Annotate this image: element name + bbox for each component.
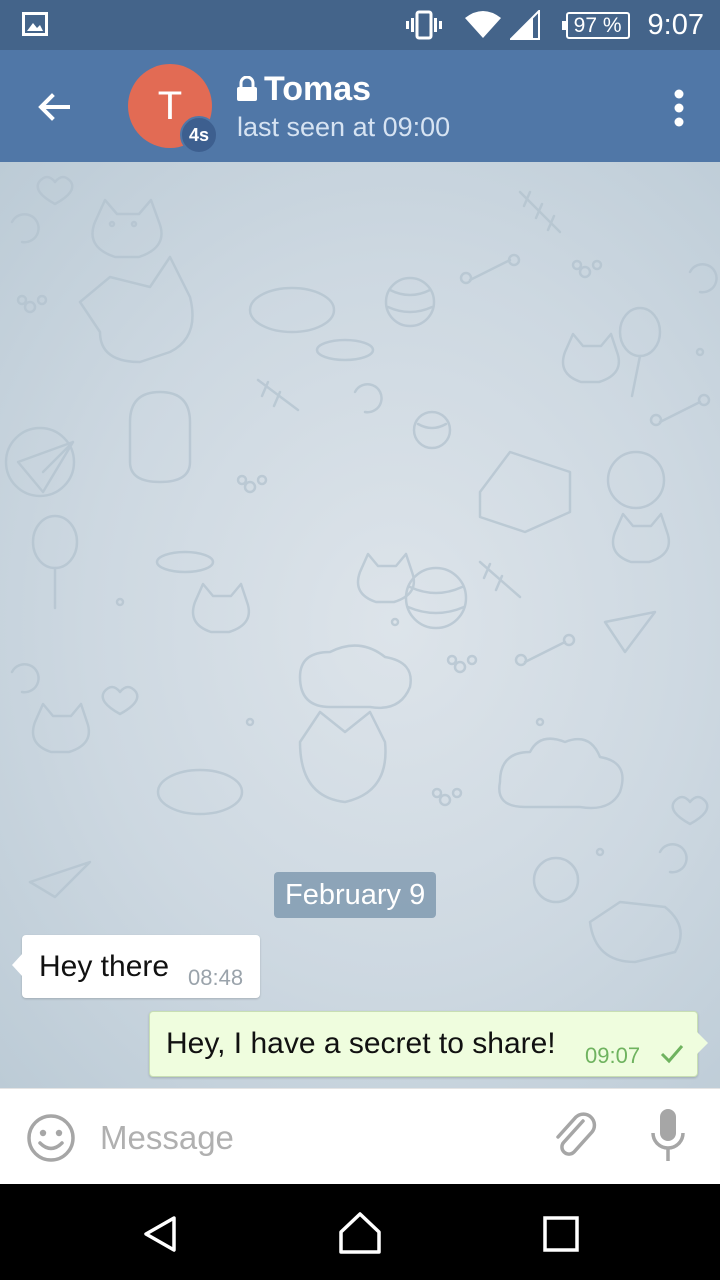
nav-home-icon[interactable] bbox=[336, 1210, 384, 1256]
more-vert-icon[interactable] bbox=[672, 88, 686, 128]
chat-messages-area[interactable]: February 9 Hey there 08:48 Hey, I have a… bbox=[0, 162, 720, 1088]
battery-level: 97 % bbox=[573, 13, 622, 37]
message-input-bar bbox=[0, 1088, 720, 1184]
signal-icon bbox=[509, 10, 540, 40]
attach-icon[interactable] bbox=[552, 1109, 600, 1163]
nav-back-icon[interactable] bbox=[140, 1214, 180, 1254]
system-nav-bar bbox=[0, 1184, 720, 1280]
incoming-message-bubble[interactable]: Hey there 08:48 bbox=[12, 935, 260, 998]
status-bar: 97 % 9:07 bbox=[0, 0, 720, 50]
nav-recents-icon[interactable] bbox=[543, 1216, 579, 1252]
self-destruct-timer-badge: 4s bbox=[180, 116, 218, 154]
outgoing-message-bubble[interactable]: Hey, I have a secret to share! 09:07 bbox=[149, 1011, 708, 1077]
message-time: 09:07 bbox=[585, 1043, 641, 1068]
chat-title-row[interactable]: Tomas bbox=[236, 70, 371, 109]
bubble-tail bbox=[697, 1032, 708, 1054]
wifi-icon bbox=[464, 11, 501, 38]
image-icon bbox=[22, 12, 48, 36]
chat-title: Tomas bbox=[264, 70, 372, 108]
message-text: Hey there bbox=[39, 950, 170, 983]
emoji-icon[interactable] bbox=[26, 1113, 76, 1163]
mic-icon[interactable] bbox=[648, 1107, 688, 1165]
battery-icon: 97 % bbox=[561, 11, 630, 39]
chat-header: T 4s Tomas last seen at 09:00 bbox=[0, 50, 720, 162]
sent-check-icon bbox=[660, 1045, 684, 1064]
message-time: 08:48 bbox=[188, 965, 244, 990]
message-input[interactable] bbox=[100, 1109, 530, 1167]
message-text: Hey, I have a secret to share! bbox=[166, 1027, 556, 1060]
status-clock: 9:07 bbox=[647, 8, 704, 41]
timer-badge-text: 4s bbox=[188, 125, 210, 145]
bubble-tail bbox=[12, 953, 23, 977]
last-seen-status: last seen at 09:00 bbox=[237, 112, 451, 142]
date-divider: February 9 bbox=[274, 872, 437, 918]
lock-icon bbox=[237, 75, 257, 101]
back-arrow-icon[interactable] bbox=[30, 84, 80, 130]
avatar-letter: T bbox=[157, 84, 183, 128]
vibrate-icon bbox=[405, 10, 442, 40]
